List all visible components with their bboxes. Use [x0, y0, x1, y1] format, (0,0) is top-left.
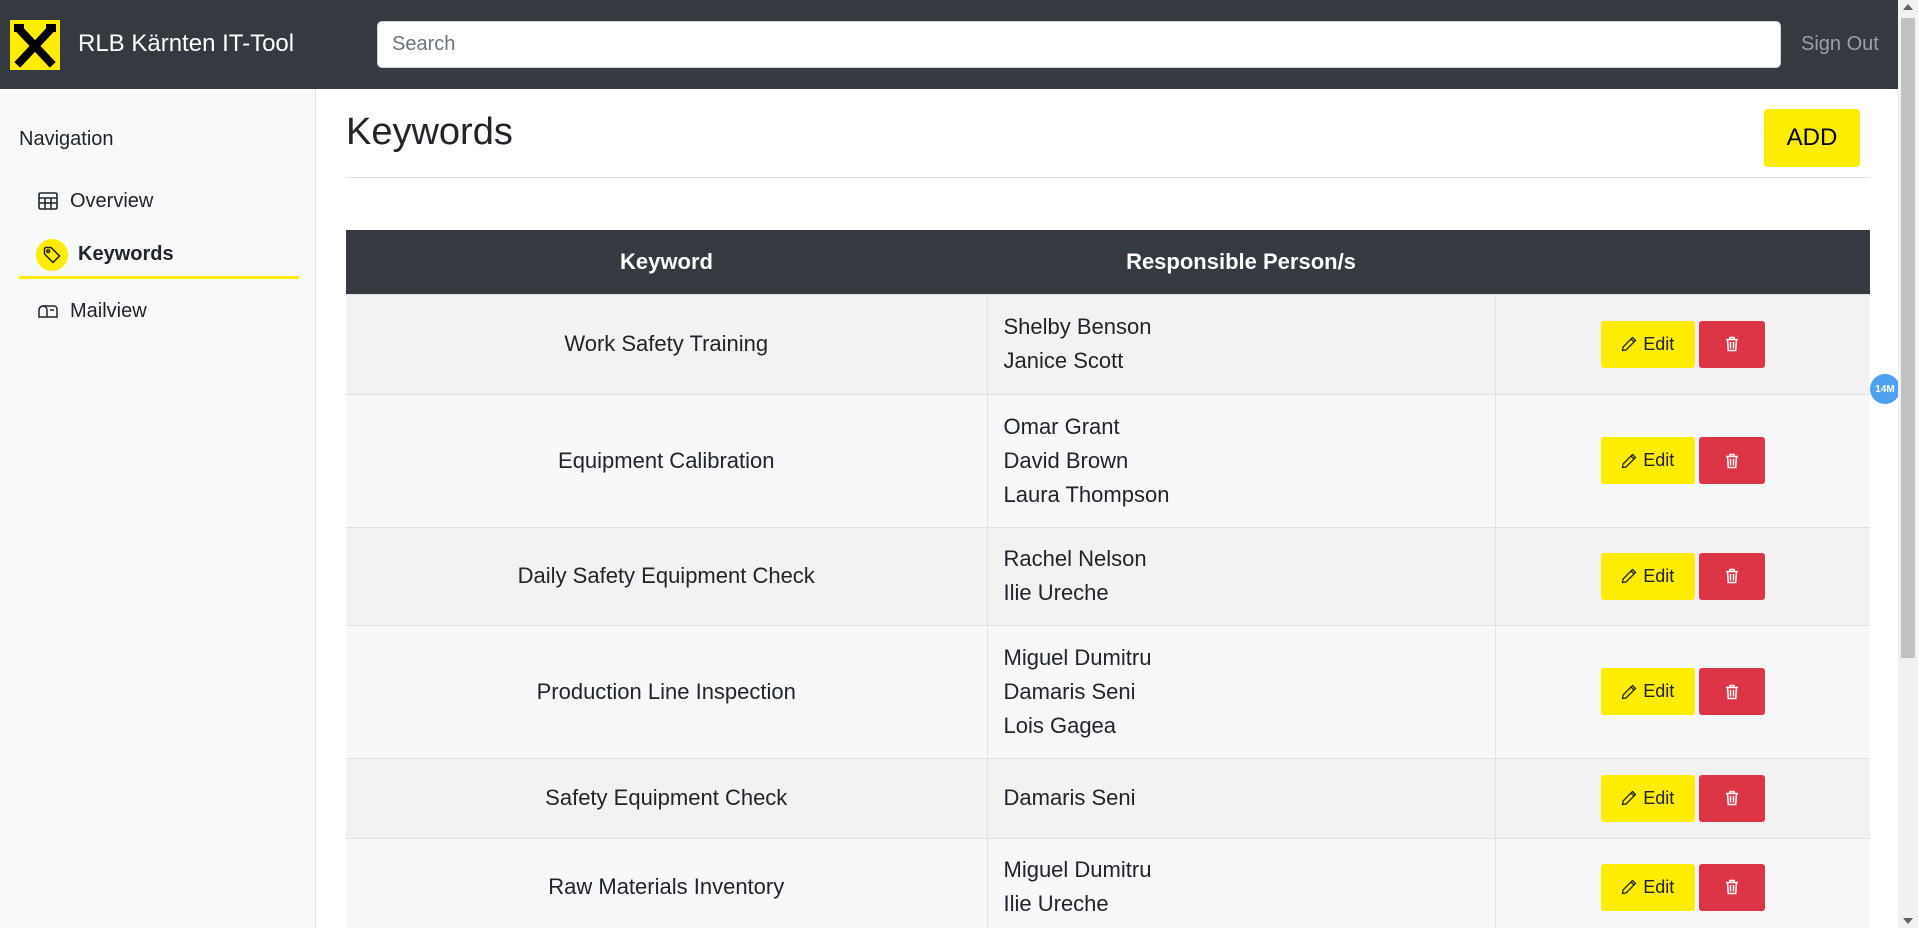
person-name: Damaris Seni — [1003, 785, 1136, 810]
mailbox-icon — [36, 299, 60, 323]
sidebar-item-mailview[interactable]: Mailview — [19, 288, 299, 334]
sidebar: Navigation Overview Keywords Mailview — [0, 89, 316, 928]
person-name: Damaris Seni — [1003, 678, 1136, 704]
person-name: Janice Scott — [1003, 348, 1124, 373]
delete-button[interactable] — [1698, 668, 1765, 715]
person-name: Miguel Dumitru — [1003, 644, 1152, 670]
persons-cell: Omar Grant David Brown Laura Thompson — [987, 393, 1496, 527]
trash-icon — [1725, 568, 1738, 584]
table-row: Raw Materials Inventory Miguel Dumitru I… — [346, 837, 1870, 928]
column-header-responsible: Responsible Person/s — [987, 230, 1495, 294]
edit-label: Edit — [1643, 565, 1675, 586]
column-header-actions — [1495, 230, 1870, 294]
delete-button[interactable] — [1698, 774, 1765, 822]
column-header-keyword: Keyword — [346, 230, 987, 294]
pencil-icon — [1621, 568, 1637, 584]
keyword-cell: Safety Equipment Check — [346, 757, 988, 838]
sidebar-item-label: Overview — [70, 189, 154, 212]
person-name: Rachel Nelson — [1003, 546, 1147, 571]
page-title: Keywords — [346, 111, 513, 153]
vertical-scrollbar[interactable] — [1898, 0, 1918, 928]
pencil-icon — [1621, 453, 1637, 468]
edit-label: Edit — [1643, 876, 1675, 897]
add-keyword-button[interactable]: ADD — [1764, 109, 1860, 167]
person-name: Shelby Benson — [1003, 314, 1152, 339]
trash-icon — [1725, 684, 1738, 699]
actions-cell: Edit — [1495, 757, 1870, 838]
divider — [346, 177, 1870, 178]
person-name: Miguel Dumitru — [1003, 857, 1152, 883]
trash-icon — [1725, 790, 1738, 806]
keyword-cell: Production Line Inspection — [346, 624, 988, 758]
actions-cell: Edit — [1495, 393, 1870, 527]
actions-cell: Edit — [1495, 293, 1870, 394]
delete-button[interactable] — [1698, 437, 1765, 484]
sidebar-item-overview[interactable]: Overview — [19, 178, 299, 224]
search-input[interactable] — [377, 21, 1781, 68]
persons-cell: Shelby Benson Janice Scott — [987, 293, 1496, 394]
table-row: Production Line Inspection Miguel Dumitr… — [346, 624, 1870, 758]
edit-button[interactable]: Edit — [1600, 863, 1695, 911]
person-name: Laura Thompson — [1003, 481, 1170, 507]
edit-label: Edit — [1643, 681, 1675, 701]
scroll-down-arrow-icon[interactable] — [1903, 918, 1913, 924]
keyword-cell: Raw Materials Inventory — [346, 837, 988, 928]
pencil-icon — [1621, 336, 1637, 352]
person-name: Lois Gagea — [1003, 712, 1117, 738]
sidebar-item-label: Mailview — [70, 299, 147, 322]
trash-icon — [1725, 880, 1738, 895]
person-name: David Brown — [1003, 447, 1129, 473]
table-row: Work Safety Training Shelby Benson Janic… — [346, 293, 1870, 394]
sign-out-link[interactable]: Sign Out — [1801, 33, 1879, 56]
edit-button[interactable]: Edit — [1600, 552, 1695, 600]
raiffeisen-logo-icon[interactable] — [10, 20, 60, 70]
actions-cell: Edit — [1495, 526, 1870, 625]
nav-heading: Navigation — [19, 128, 114, 150]
keywords-table: Keyword Responsible Person/s Work Safety… — [346, 230, 1870, 928]
delete-button[interactable] — [1698, 320, 1765, 368]
persons-cell: Damaris Seni — [987, 757, 1496, 838]
top-navbar: RLB Kärnten IT-Tool Sign Out — [0, 0, 1898, 89]
actions-cell: Edit — [1495, 837, 1870, 928]
extension-badge[interactable]: 14M — [1870, 374, 1900, 404]
keyword-cell: Equipment Calibration — [346, 393, 988, 527]
persons-cell: Miguel Dumitru Damaris Seni Lois Gagea — [987, 624, 1496, 758]
edit-button[interactable]: Edit — [1600, 437, 1695, 484]
keyword-cell: Work Safety Training — [346, 293, 988, 394]
table-icon — [36, 189, 60, 213]
person-name: Ilie Ureche — [1003, 891, 1109, 917]
trash-icon — [1725, 453, 1738, 468]
persons-cell: Rachel Nelson Ilie Ureche — [987, 526, 1496, 625]
persons-cell: Miguel Dumitru Ilie Ureche — [987, 837, 1496, 928]
sidebar-item-label: Keywords — [78, 243, 174, 265]
edit-button[interactable]: Edit — [1600, 774, 1695, 822]
actions-cell: Edit — [1495, 624, 1870, 758]
edit-button[interactable]: Edit — [1600, 668, 1695, 715]
trash-icon — [1725, 336, 1738, 352]
person-name: Omar Grant — [1003, 413, 1120, 439]
app-title[interactable]: RLB Kärnten IT-Tool — [78, 30, 294, 58]
table-row: Equipment Calibration Omar Grant David B… — [346, 393, 1870, 527]
tag-icon — [36, 238, 68, 271]
pencil-icon — [1621, 684, 1637, 699]
pencil-icon — [1621, 879, 1637, 895]
scroll-up-arrow-icon[interactable] — [1903, 4, 1913, 10]
delete-button[interactable] — [1698, 863, 1765, 911]
scrollbar-thumb[interactable] — [1901, 18, 1915, 658]
edit-button[interactable]: Edit — [1600, 320, 1695, 368]
person-name: Ilie Ureche — [1003, 580, 1109, 605]
keyword-cell: Daily Safety Equipment Check — [346, 526, 988, 625]
edit-label: Edit — [1643, 787, 1675, 808]
edit-label: Edit — [1643, 333, 1675, 354]
edit-label: Edit — [1643, 450, 1675, 470]
pencil-icon — [1621, 790, 1637, 806]
delete-button[interactable] — [1698, 552, 1765, 600]
sidebar-item-keywords[interactable]: Keywords — [19, 233, 299, 279]
table-row: Daily Safety Equipment Check Rachel Nels… — [346, 526, 1870, 625]
table-row: Safety Equipment Check Damaris Seni Edit — [346, 757, 1870, 838]
